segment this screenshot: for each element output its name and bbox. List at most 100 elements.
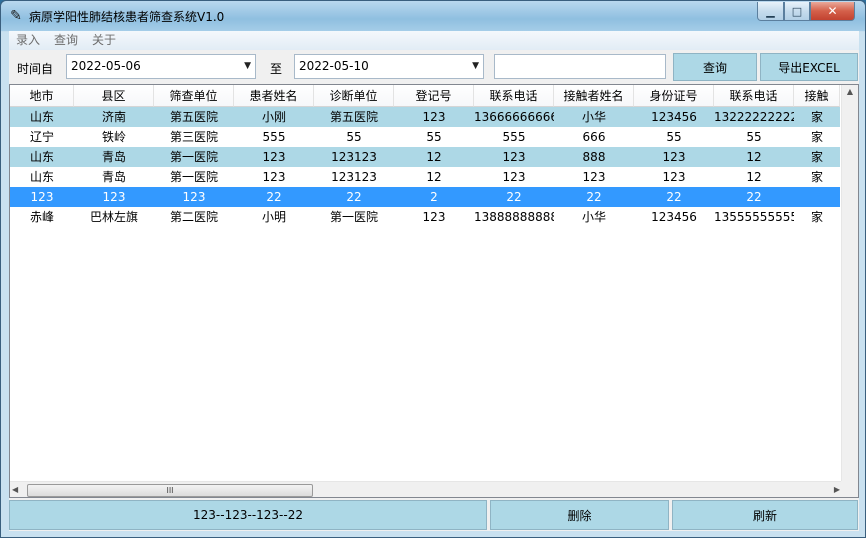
table-cell: 第一医院: [169, 150, 218, 164]
title-bar[interactable]: ✎ 病原学阳性肺结核患者筛查系统V1.0 ▁ □ ✕: [1, 1, 865, 31]
table-cell: 12: [426, 150, 442, 164]
table-row[interactable]: 山东 青岛 第一医院 123 123123 12 123 123 123 12 家: [10, 167, 840, 187]
table-cell: 123456: [651, 210, 697, 224]
table-cell: 小刚: [261, 110, 286, 124]
table-cell: 555: [502, 130, 526, 144]
table-cell: 第五医院: [169, 110, 218, 124]
table-cell: 555: [262, 130, 286, 144]
column-header[interactable]: 地市: [10, 85, 74, 107]
column-header[interactable]: 诊断单位: [314, 85, 394, 107]
table-cell: 55: [426, 130, 442, 144]
column-header[interactable]: 身份证号: [634, 85, 714, 107]
table-cell: 山东: [29, 150, 54, 164]
from-date-combobox[interactable]: 2022-05-06 ▼: [66, 54, 256, 79]
table-cell: 第三医院: [169, 130, 218, 144]
table-cell: 家: [810, 110, 823, 124]
vertical-scrollbar[interactable]: ▲: [841, 85, 858, 497]
column-header[interactable]: 联系电话: [714, 85, 794, 107]
column-header[interactable]: 患者姓名: [234, 85, 314, 107]
table-row[interactable]: 123 123 123 22 22 2 22 22 22 22: [10, 187, 840, 207]
table-cell: 铁岭: [101, 130, 126, 144]
table-cell: 第一医院: [169, 170, 218, 184]
table-cell: 22: [346, 190, 362, 204]
window-title: 病原学阳性肺结核患者筛查系统V1.0: [29, 10, 225, 24]
table-cell: 山东: [29, 110, 54, 124]
table-cell: 123: [662, 170, 686, 184]
table-cell: 辽宁: [29, 130, 54, 144]
table-cell: 2: [430, 190, 438, 204]
chevron-down-icon[interactable]: ▼: [472, 55, 479, 78]
column-header[interactable]: 接触者姓名: [554, 85, 634, 107]
scroll-left-icon[interactable]: ◀: [12, 485, 18, 494]
query-button[interactable]: 查询: [673, 53, 757, 81]
menu-bar: 录入 查询 关于: [9, 31, 859, 50]
scroll-right-icon[interactable]: ▶: [834, 485, 840, 494]
table-cell: 家: [810, 130, 823, 144]
table-cell: 666: [582, 130, 606, 144]
table-cell: 123: [502, 170, 526, 184]
minimize-button[interactable]: ▁: [757, 2, 784, 21]
to-date-combobox[interactable]: 2022-05-10 ▼: [294, 54, 484, 79]
table-cell: 济南: [101, 110, 126, 124]
scroll-up-icon[interactable]: ▲: [842, 87, 858, 96]
table-cell: 123: [582, 170, 606, 184]
table-cell: 22: [666, 190, 682, 204]
column-header[interactable]: 联系电话: [474, 85, 554, 107]
table-cell: 22: [746, 190, 762, 204]
chevron-down-icon[interactable]: ▼: [244, 55, 251, 78]
search-input[interactable]: [494, 54, 666, 79]
refresh-button[interactable]: 刷新: [672, 500, 858, 530]
scrollbar-corner: [841, 481, 858, 497]
table-cell: 小明: [261, 210, 286, 224]
table-cell: 12: [746, 150, 762, 164]
horizontal-scrollbar[interactable]: ◀ III ▶: [10, 481, 842, 497]
column-header[interactable]: 筛查单位: [154, 85, 234, 107]
table-cell: 青岛: [101, 150, 126, 164]
table-cell: 123: [182, 190, 206, 204]
table-cell: 家: [810, 170, 823, 184]
table-cell: 123: [422, 210, 446, 224]
table-cell: 家: [810, 210, 823, 224]
table-cell: 家: [810, 150, 823, 164]
table-cell: [794, 187, 840, 207]
menu-item-entry[interactable]: 录入: [9, 31, 47, 50]
table-cell: 22: [266, 190, 282, 204]
scroll-thumb[interactable]: III: [27, 484, 313, 497]
table-cell: 第二医院: [169, 210, 218, 224]
table-cell: 55: [666, 130, 682, 144]
to-date-value: 2022-05-10: [299, 59, 369, 73]
table-cell: 青岛: [101, 170, 126, 184]
menu-item-query[interactable]: 查询: [47, 31, 85, 50]
status-bar: 123--123--123--22 删除 刷新: [9, 498, 859, 531]
menu-item-about[interactable]: 关于: [85, 31, 123, 50]
export-excel-button[interactable]: 导出EXCEL: [760, 53, 858, 81]
table-cell: 123: [422, 110, 446, 124]
table-cell: 山东: [29, 170, 54, 184]
table-cell: 12: [426, 170, 442, 184]
column-header[interactable]: 登记号: [394, 85, 474, 107]
table-row[interactable]: 赤峰 巴林左旗 第二医院 小明 第一医院 123 13888888888 小华 123456 13…: [10, 207, 840, 227]
table-cell: 123: [30, 190, 54, 204]
table-body: 山东 济南 第五医院 小刚 第五医院 123 13666666666 小华 123456 1322…: [10, 107, 840, 227]
table-row[interactable]: 山东 青岛 第一医院 123 123123 12 123 888 123 12 家: [10, 147, 840, 167]
table-cell: 123: [262, 170, 286, 184]
table-row[interactable]: 山东 济南 第五医院 小刚 第五医院 123 13666666666 小华 123456 1322…: [10, 107, 840, 127]
column-header[interactable]: 县区: [74, 85, 154, 107]
table-cell: 巴林左旗: [89, 210, 138, 224]
from-date-label: 时间自: [17, 62, 54, 76]
table-cell: 55: [746, 130, 762, 144]
maximize-button[interactable]: □: [784, 2, 810, 21]
delete-button[interactable]: 删除: [490, 500, 669, 530]
table-cell: 赤峰: [29, 210, 54, 224]
column-header[interactable]: 接触: [794, 85, 840, 107]
table-cell: 22: [586, 190, 602, 204]
close-button[interactable]: ✕: [810, 2, 855, 21]
table-cell: 123: [262, 150, 286, 164]
table-cell: 第一医院: [329, 210, 378, 224]
app-window: ✎ 病原学阳性肺结核患者筛查系统V1.0 ▁ □ ✕ 录入 查询 关于 时间自 …: [0, 0, 866, 538]
table-cell: 123123: [331, 170, 377, 184]
table-row[interactable]: 辽宁 铁岭 第三医院 555 55 55 555 666 55 55 家: [10, 127, 840, 147]
table-cell: 13666666666: [474, 110, 554, 124]
selection-display: 123--123--123--22: [9, 500, 487, 530]
table-cell: 123: [662, 150, 686, 164]
